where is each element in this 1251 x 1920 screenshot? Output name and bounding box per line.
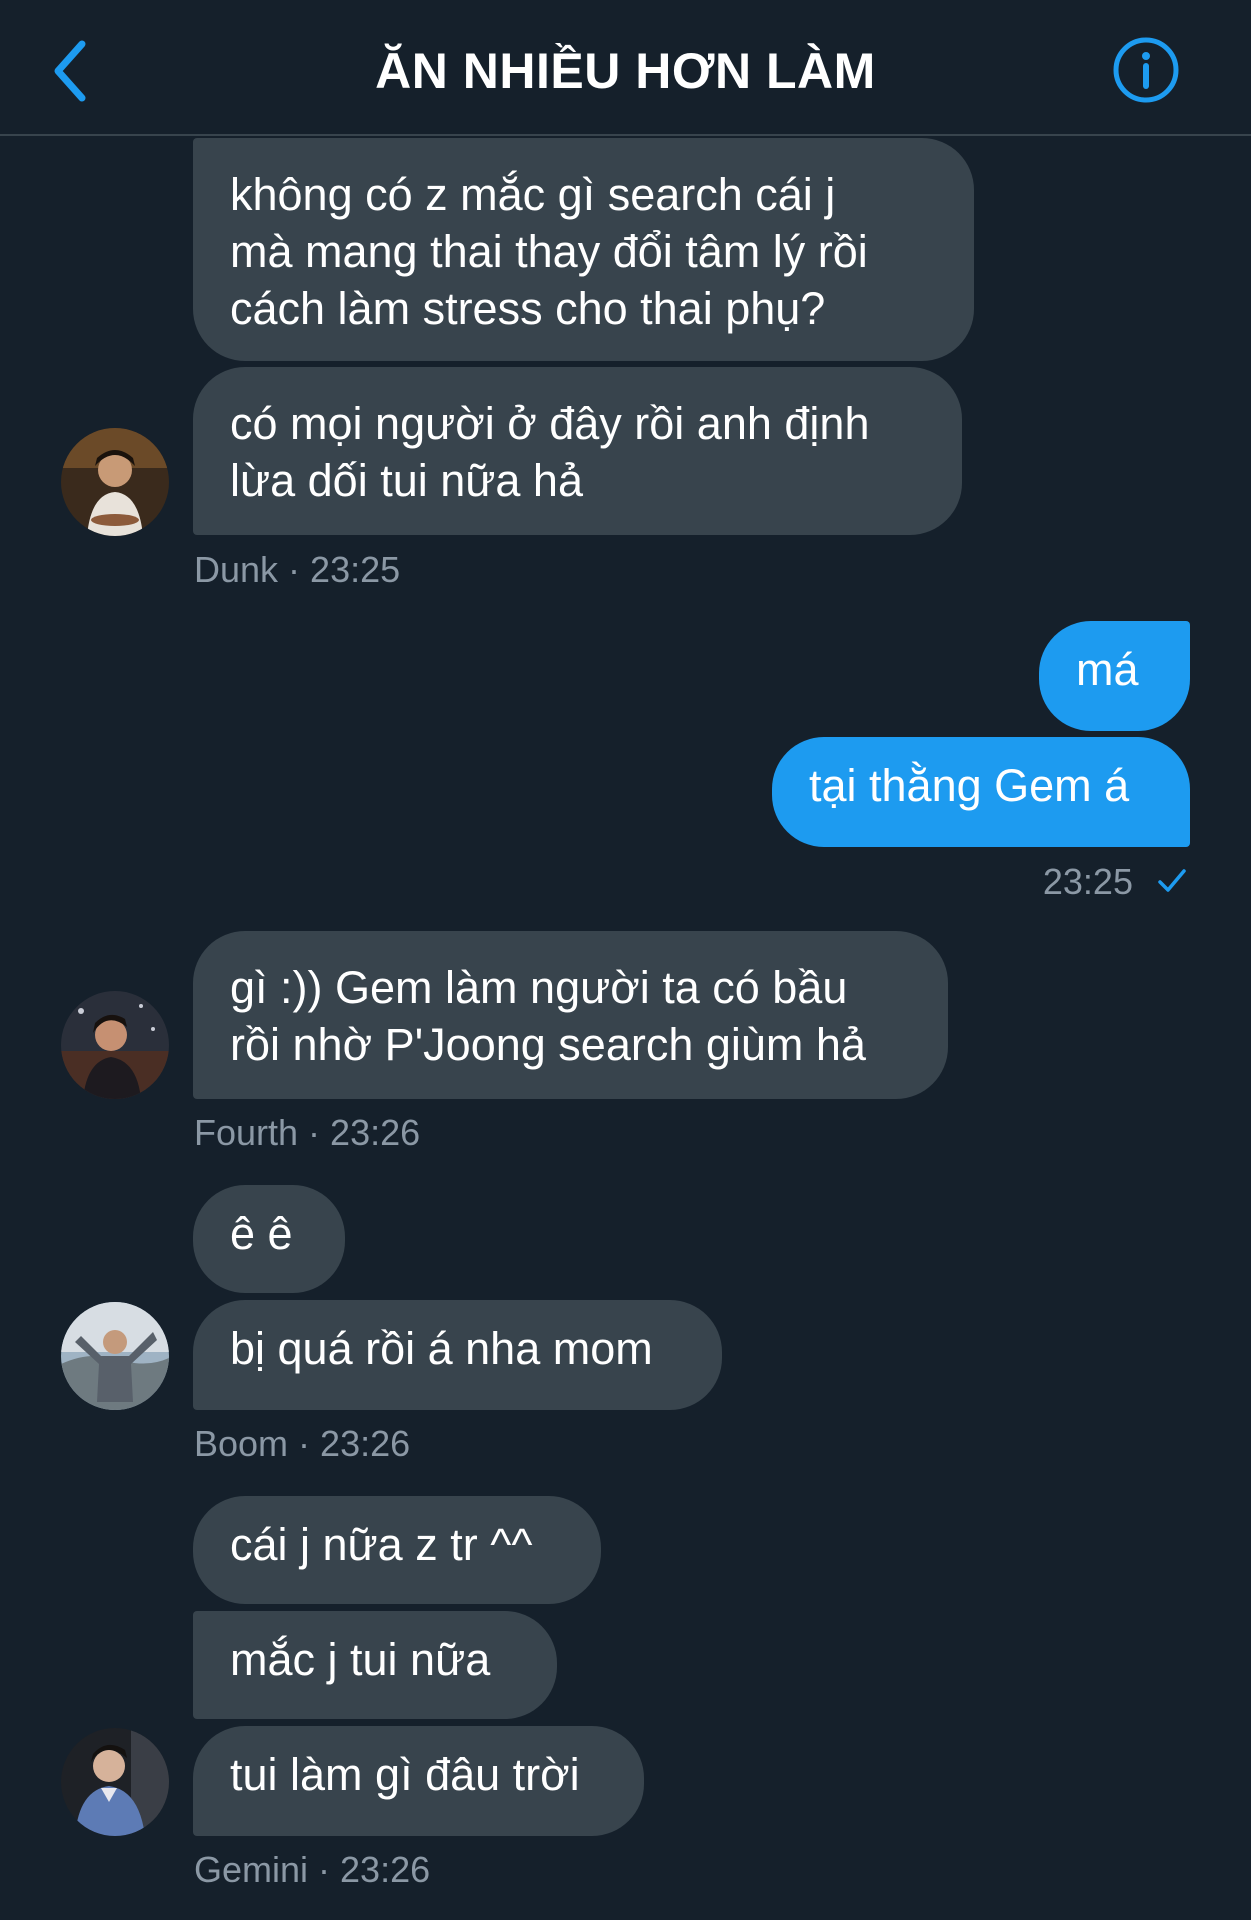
info-icon bbox=[1113, 37, 1179, 103]
message-bubble[interactable]: cái j nữa z tr ^^ bbox=[193, 1496, 601, 1604]
message-bubble[interactable]: tui làm gì đâu trời bbox=[193, 1726, 644, 1836]
message-line: cái j nữa z tr ^^ bbox=[230, 1519, 533, 1570]
message-meta: Dunk · 23:25 bbox=[194, 548, 400, 592]
message-time: 23:26 bbox=[320, 1423, 411, 1464]
chevron-left-icon bbox=[54, 40, 86, 102]
message-bubble[interactable]: ê ê bbox=[193, 1185, 345, 1293]
message-line: tại thằng Gem á bbox=[809, 760, 1130, 811]
avatar-boom[interactable] bbox=[61, 1302, 169, 1410]
sender-name: Dunk bbox=[194, 549, 279, 590]
message-time: 23:25 bbox=[1042, 861, 1133, 902]
message-line: không có z mắc gì search cái j bbox=[230, 169, 836, 220]
back-button[interactable] bbox=[44, 36, 104, 106]
conversation-header: ĂN NHIỀU HƠN LÀM bbox=[0, 0, 1251, 136]
message-line: mà mang thai thay đổi tâm lý rồi bbox=[230, 226, 868, 277]
meta-separator: · bbox=[288, 1423, 321, 1464]
message-line: có mọi người ở đây rồi anh định bbox=[230, 398, 870, 449]
sent-check-icon bbox=[1158, 869, 1186, 893]
avatar-fourth[interactable] bbox=[61, 991, 169, 1099]
avatar-dunk[interactable] bbox=[61, 428, 169, 536]
conversation-title: ĂN NHIỀU HƠN LÀM bbox=[375, 43, 876, 99]
sender-name: Fourth bbox=[194, 1112, 299, 1153]
message-line: gì :)) Gem làm người ta có bầu bbox=[230, 962, 848, 1013]
avatar-gemini[interactable] bbox=[61, 1728, 169, 1836]
message-bubble[interactable]: không có z mắc gì search cái j mà mang t… bbox=[193, 138, 974, 361]
message-line: bị quá rồi á nha mom bbox=[230, 1323, 653, 1374]
avatar-image bbox=[61, 1302, 169, 1410]
message-time: 23:26 bbox=[340, 1849, 431, 1890]
meta-separator: · bbox=[298, 1112, 331, 1153]
sender-name: Boom bbox=[194, 1423, 289, 1464]
sender-name: Gemini bbox=[194, 1849, 309, 1890]
message-time: 23:25 bbox=[310, 549, 401, 590]
avatar-image bbox=[61, 1728, 169, 1836]
message-bubble[interactable]: mắc j tui nữa bbox=[193, 1611, 557, 1719]
avatar-image bbox=[61, 991, 169, 1099]
message-meta: 23:25 bbox=[1043, 860, 1187, 904]
avatar-image bbox=[61, 428, 169, 536]
message-time: 23:26 bbox=[330, 1112, 421, 1153]
message-meta: Gemini · 23:26 bbox=[194, 1848, 430, 1892]
meta-separator: · bbox=[308, 1849, 341, 1890]
message-bubble[interactable]: gì :)) Gem làm người ta có bầu rồi nhờ P… bbox=[193, 931, 948, 1099]
message-line: má bbox=[1076, 644, 1139, 695]
message-line: ê ê bbox=[230, 1208, 293, 1259]
message-bubble[interactable]: bị quá rồi á nha mom bbox=[193, 1300, 722, 1410]
info-button[interactable] bbox=[1112, 36, 1180, 104]
message-line: rồi nhờ P'Joong search giùm hả bbox=[230, 1019, 866, 1070]
message-meta: Boom · 23:26 bbox=[194, 1422, 410, 1466]
message-line: cách làm stress cho thai phụ? bbox=[230, 283, 826, 334]
message-meta: Fourth · 23:26 bbox=[194, 1111, 420, 1155]
meta-separator: · bbox=[278, 549, 311, 590]
message-line: mắc j tui nữa bbox=[230, 1634, 491, 1685]
message-bubble[interactable]: có mọi người ở đây rồi anh định lừa dối … bbox=[193, 367, 962, 535]
message-line: lừa dối tui nữa hả bbox=[230, 455, 583, 506]
message-bubble-outgoing[interactable]: má bbox=[1039, 621, 1190, 731]
message-bubble-outgoing[interactable]: tại thằng Gem á bbox=[772, 737, 1190, 847]
message-line: tui làm gì đâu trời bbox=[230, 1749, 580, 1800]
